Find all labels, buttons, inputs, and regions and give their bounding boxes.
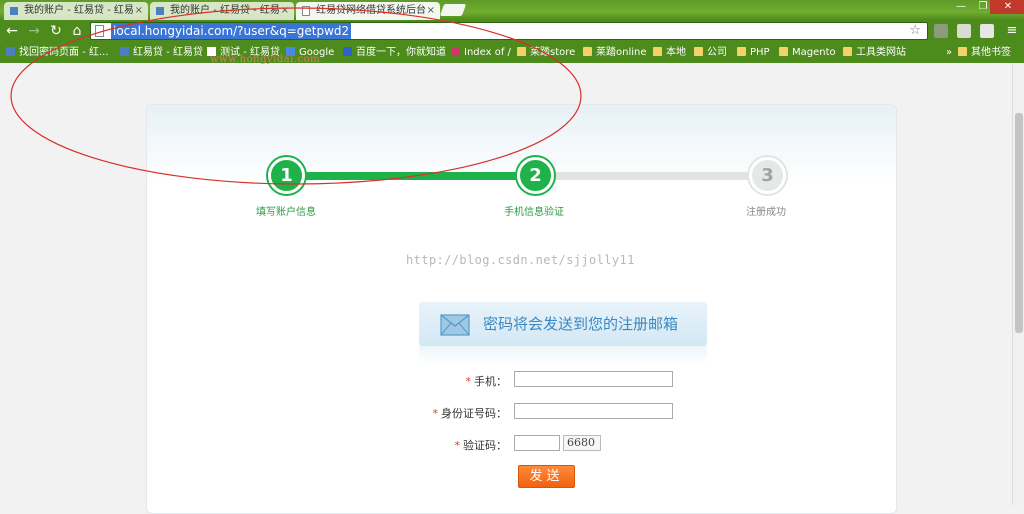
bookmark-label: 公司 xyxy=(707,47,727,58)
bookmark-label: 红易贷 - 红易贷 xyxy=(133,47,203,58)
bookmark-folder[interactable]: 工具类网站 xyxy=(843,46,906,60)
required-mark: * xyxy=(465,375,472,388)
captcha-image[interactable]: 6680 xyxy=(563,435,601,451)
bookmark-item[interactable]: Index of / xyxy=(451,46,511,60)
folder-icon xyxy=(958,47,967,56)
banner-text: 密码将会发送到您的注册邮箱 xyxy=(483,315,679,333)
envelope-icon xyxy=(440,314,470,336)
close-tab-icon[interactable]: × xyxy=(427,2,435,20)
folder-icon xyxy=(737,47,746,56)
id-number-label: * 身份证号码： xyxy=(387,405,508,421)
captcha-label: * 验证码： xyxy=(387,437,508,453)
bookmark-label: 本地 xyxy=(666,47,686,58)
bookmark-label: 工具类网站 xyxy=(856,47,906,58)
page-icon xyxy=(95,25,104,37)
baidu-icon xyxy=(343,47,352,56)
step-1-circle: 1 xyxy=(268,157,305,194)
bookmark-item[interactable]: 百度一下，你就知道 xyxy=(343,46,446,60)
captcha-label-text: 验证码： xyxy=(463,439,507,452)
close-tab-icon[interactable]: × xyxy=(281,2,289,20)
tab-title: 红易贷网络借贷系统后台 xyxy=(316,5,426,16)
folder-icon xyxy=(779,47,788,56)
address-bar[interactable]: local.hongyidai.com/?user&q=getpwd2 ☆ xyxy=(90,22,928,40)
bookmark-item[interactable]: 找回密码页面 - 红... xyxy=(6,46,109,60)
required-mark: * xyxy=(454,439,461,452)
bookmark-folder[interactable]: 莱踏online xyxy=(583,46,647,60)
bookmark-folder[interactable]: PHP xyxy=(737,46,770,60)
bookmark-folder[interactable]: Magento xyxy=(779,46,836,60)
site-logo-text: www.hongyidai.com xyxy=(210,54,321,65)
step-2-circle: 2 xyxy=(517,157,554,194)
forward-arrow-icon[interactable]: → xyxy=(26,23,42,39)
extension-window-icon[interactable] xyxy=(957,24,971,38)
phone-input[interactable] xyxy=(514,371,673,387)
browser-tab-2[interactable]: 我的账户 - 红易贷 - 红易 × xyxy=(150,2,294,20)
back-arrow-icon[interactable]: ← xyxy=(4,23,20,39)
captcha-input[interactable] xyxy=(514,435,560,451)
folder-icon xyxy=(843,47,852,56)
extension-shield-icon[interactable] xyxy=(934,24,948,38)
browser-tab-3[interactable]: 红易贷网络借贷系统后台 × xyxy=(296,2,440,20)
folder-icon xyxy=(653,47,662,56)
bookmark-label: PHP xyxy=(750,47,770,58)
bookmark-label: 其他书签 xyxy=(971,47,1011,58)
folder-icon xyxy=(517,47,526,56)
banner-reflection xyxy=(419,346,707,364)
bookmark-label: 找回密码页面 - 红... xyxy=(19,47,109,58)
tab-title: 我的账户 - 红易贷 - 红易 xyxy=(170,5,280,16)
tab-strip: 我的账户 - 红易贷 - 红易 × 我的账户 - 红易贷 - 红易 × 红易贷网… xyxy=(0,0,1024,20)
step-3-circle: 3 xyxy=(749,157,786,194)
minimize-icon[interactable]: — xyxy=(950,0,972,14)
bookmark-label: 莱踏store xyxy=(530,47,576,58)
menu-icon[interactable]: ≡ xyxy=(1004,23,1020,39)
site-favicon-icon xyxy=(156,7,164,15)
other-bookmarks-folder[interactable]: 其他书签 xyxy=(958,46,1011,60)
folder-icon xyxy=(583,47,592,56)
scrollbar-thumb[interactable] xyxy=(1015,113,1023,333)
browser-toolbar: ← → ↻ ⌂ local.hongyidai.com/?user&q=getp… xyxy=(0,20,1024,43)
required-mark: * xyxy=(432,407,439,420)
extension-shield-2-icon[interactable] xyxy=(980,24,994,38)
browser-tab-1[interactable]: 我的账户 - 红易贷 - 红易 × xyxy=(4,2,148,20)
bookmark-item[interactable]: 红易贷 - 红易贷 xyxy=(120,46,203,60)
bookmark-label: 莱踏online xyxy=(596,47,647,58)
bookmark-folder[interactable]: 莱踏store xyxy=(517,46,575,60)
close-tab-icon[interactable]: × xyxy=(135,2,143,20)
reload-icon[interactable]: ↻ xyxy=(48,23,64,39)
phone-label: * 手机： xyxy=(387,373,508,389)
site-favicon-icon xyxy=(10,7,18,15)
page-icon xyxy=(302,6,310,16)
progress-track-done xyxy=(302,172,520,180)
favicon-icon xyxy=(120,47,129,56)
id-number-input[interactable] xyxy=(514,403,673,419)
step-2-label: 手机信息验证 xyxy=(504,207,564,218)
index-icon xyxy=(451,47,460,56)
favicon-icon xyxy=(6,47,15,56)
id-number-label-text: 身份证号码： xyxy=(441,407,507,420)
phone-label-text: 手机： xyxy=(474,375,507,388)
step-1-label: 填写账户信息 xyxy=(256,207,316,218)
csdn-watermark: http://blog.csdn.net/sjjolly11 xyxy=(406,253,635,267)
progress-track-todo xyxy=(552,172,750,180)
bookmark-folder[interactable]: 公司 xyxy=(694,46,727,60)
vertical-scrollbar[interactable] xyxy=(1012,63,1024,505)
bookmark-label: Magento xyxy=(792,47,836,58)
bookmark-folder[interactable]: 本地 xyxy=(653,46,686,60)
bookmarks-bar: 找回密码页面 - 红... 红易贷 - 红易贷 测试 - 红易贷 Google … xyxy=(0,43,1024,63)
home-icon[interactable]: ⌂ xyxy=(69,23,85,39)
url-text[interactable]: local.hongyidai.com/?user&q=getpwd2 xyxy=(111,23,352,39)
close-window-icon[interactable]: ✕ xyxy=(990,0,1024,14)
bookmark-label: Index of / xyxy=(464,47,511,58)
folder-icon xyxy=(694,47,703,56)
step-3-label: 注册成功 xyxy=(746,207,786,218)
new-tab-button[interactable] xyxy=(439,4,467,16)
bookmark-star-icon[interactable]: ☆ xyxy=(909,23,921,39)
tab-title: 我的账户 - 红易贷 - 红易 xyxy=(24,5,134,16)
bookmarks-overflow-button[interactable]: » xyxy=(946,46,952,60)
send-button[interactable]: 发送 xyxy=(518,465,575,488)
bookmark-label: 百度一下，你就知道 xyxy=(356,47,446,58)
